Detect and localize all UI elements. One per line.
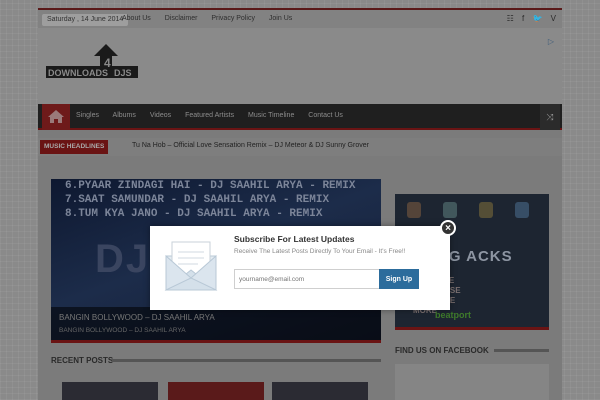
ad-graphic — [407, 202, 421, 218]
rss-icon[interactable]: ☷ — [507, 14, 514, 23]
adchoices-icon[interactable]: ▷ — [548, 37, 554, 46]
main-nav-items: Singles Albums Videos Featured Artists M… — [76, 112, 355, 119]
headlines-ticker: MUSIC HEADLINES Tu Na Hob – Official Lov… — [38, 138, 562, 156]
current-date: Saturday , 14 June 2014 — [42, 14, 129, 26]
slider-line: 6.PYAAR ZINDAGI HAI - DJ SAAHIL ARYA - R… — [65, 180, 356, 192]
home-button[interactable] — [42, 104, 70, 130]
recent-posts-title: RECENT POSTS — [51, 356, 114, 365]
subscribe-popup: Subscribe For Latest Updates Receive The… — [150, 220, 456, 310]
section-divider — [112, 359, 381, 362]
nav-music-timeline[interactable]: Music Timeline — [248, 112, 294, 119]
facebook-icon[interactable]: f — [522, 14, 524, 23]
nav-featured-artists[interactable]: Featured Artists — [185, 112, 234, 119]
slider-tracklist: 6.PYAAR ZINDAGI HAI - DJ SAAHIL ARYA - R… — [65, 179, 355, 221]
ad-bar — [395, 327, 549, 330]
top-nav-about[interactable]: About Us — [122, 15, 151, 22]
logo-number: 4 — [104, 56, 111, 70]
facebook-widget[interactable] — [395, 364, 549, 400]
slider-caption-title[interactable]: BANGIN BOLLYWOOD – DJ SAAHIL ARYA — [59, 313, 215, 322]
slider-bar — [51, 340, 381, 343]
page-wrapper: Saturday , 14 June 2014 About Us Disclai… — [38, 8, 562, 400]
nav-videos[interactable]: Videos — [150, 112, 171, 119]
top-nav-privacy[interactable]: Privacy Policy — [211, 15, 255, 22]
logo-text: DOWNLOADS — [48, 68, 108, 78]
slider-caption: BANGIN BOLLYWOOD – DJ SAAHIL ARYA BANGIN… — [51, 307, 381, 343]
envelope-icon — [162, 238, 220, 296]
section-divider — [494, 349, 549, 352]
popup-title: Subscribe For Latest Updates — [234, 234, 355, 244]
recent-post-thumbnail[interactable] — [168, 382, 264, 400]
email-input[interactable] — [234, 269, 380, 289]
nav-albums[interactable]: Albums — [113, 112, 136, 119]
nav-contact-us[interactable]: Contact Us — [308, 112, 343, 119]
recent-post-thumbnail[interactable] — [62, 382, 158, 400]
vimeo-icon[interactable]: V — [551, 14, 556, 23]
twitter-icon[interactable]: 🐦 — [532, 14, 542, 23]
main-nav: Singles Albums Videos Featured Artists M… — [38, 104, 562, 130]
top-nav-disclaimer[interactable]: Disclaimer — [165, 15, 198, 22]
recent-post-thumbnail[interactable] — [272, 382, 368, 400]
slider-caption-subtitle: BANGIN BOLLYWOOD – DJ SAAHIL ARYA — [59, 327, 186, 334]
social-links: ☷ f 🐦 V — [501, 14, 556, 23]
facebook-section-title: FIND US ON FACEBOOK — [395, 346, 489, 355]
slider-line: 7.SAAT SAMUNDAR - DJ SAAHIL ARYA - REMIX — [65, 194, 330, 206]
site-header: DOWNLOADS 4 DJS ▷ — [38, 28, 562, 104]
headline-link[interactable]: Tu Na Hob – Official Love Sensation Remi… — [132, 142, 369, 149]
top-nav: About Us Disclaimer Privacy Policy Join … — [122, 15, 304, 22]
top-bar: Saturday , 14 June 2014 About Us Disclai… — [38, 8, 562, 28]
close-icon[interactable]: × — [440, 220, 456, 236]
ad-graphic — [479, 202, 493, 218]
site-logo[interactable]: DOWNLOADS 4 DJS — [46, 42, 138, 82]
nav-singles[interactable]: Singles — [76, 112, 99, 119]
shuffle-icon[interactable]: ⤨ — [540, 104, 560, 130]
ad-brand: beatport — [435, 310, 471, 320]
headlines-label: MUSIC HEADLINES — [40, 140, 109, 154]
logo-suffix: DJS — [114, 68, 132, 78]
popup-description: Receive The Latest Posts Directly To You… — [234, 248, 406, 255]
home-icon — [48, 110, 64, 123]
slider-line: 8.TUM KYA JANO - DJ SAAHIL ARYA - REMIX — [65, 208, 323, 220]
ad-graphic — [443, 202, 457, 218]
top-nav-join[interactable]: Join Us — [269, 15, 292, 22]
sign-up-button[interactable]: Sign Up — [379, 269, 419, 289]
ad-graphic — [515, 202, 529, 218]
